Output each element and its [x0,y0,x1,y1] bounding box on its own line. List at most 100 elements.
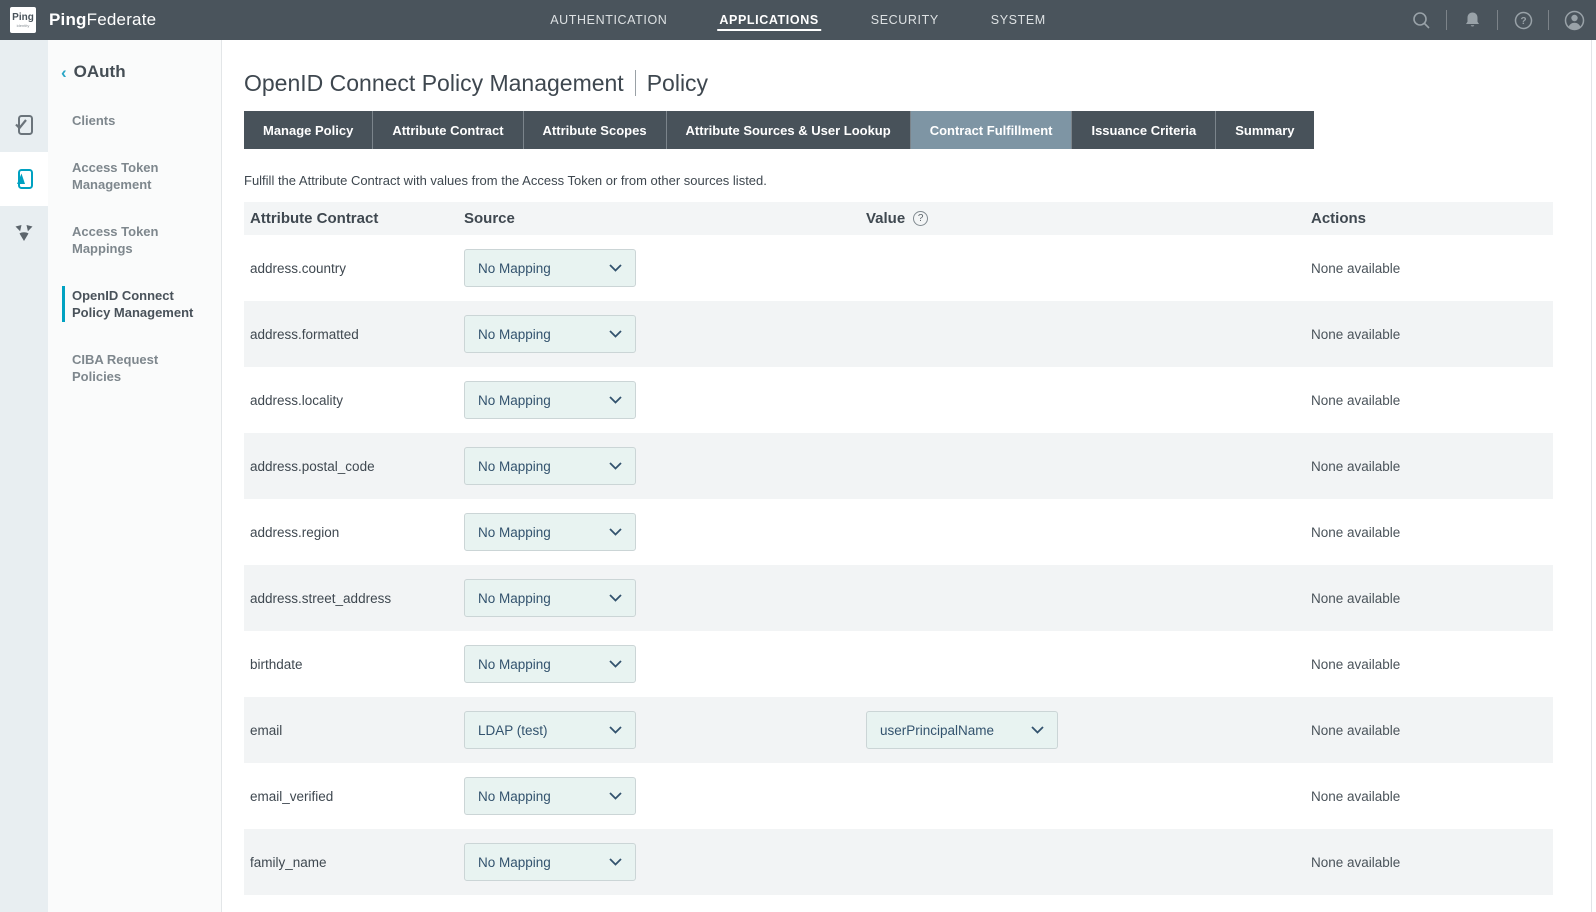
attribute-name: address.region [244,525,458,540]
actions-text: None available [1305,591,1553,606]
tab-summary[interactable]: Summary [1216,111,1313,149]
sidebar-icon-rail [0,40,48,912]
source-dropdown[interactable]: No Mapping [464,777,636,815]
help-icon[interactable]: ? [1509,0,1537,40]
source-cell: No Mapping [458,315,860,353]
nav-item-security[interactable]: SECURITY [871,0,939,40]
source-cell: No Mapping [458,447,860,485]
header-value: Value ? [860,210,1305,227]
attribute-name: email [244,723,458,738]
source-dropdown-value: No Mapping [478,657,551,672]
nav-item-system[interactable]: SYSTEM [991,0,1046,40]
sidebar-item-openid-connect-policy-management[interactable]: OpenID Connect Policy Management [48,287,221,321]
value-cell: userPrincipalName [860,711,1305,749]
sidebar-section-title: OAuth [74,62,126,82]
chevron-down-icon [1031,726,1044,734]
actions-text: None available [1305,789,1553,804]
tab-label: Attribute Contract [392,123,503,138]
source-cell: No Mapping [458,579,860,617]
attribute-name: email_verified [244,789,458,804]
topbar-actions: ? [1407,0,1596,40]
nav-item-label: SECURITY [871,13,939,27]
source-dropdown[interactable]: No Mapping [464,249,636,287]
page-title: OpenID Connect Policy Management [244,70,624,97]
source-dropdown[interactable]: No Mapping [464,315,636,353]
access-token-rail-icon[interactable] [0,152,48,206]
ping-logo[interactable]: Ping identity [10,7,36,33]
brand-light: Federate [87,10,157,29]
ping-logo-subtext: identity [17,23,30,28]
sidebar-item-ciba-request-policies[interactable]: CIBA Request Policies [48,351,221,385]
source-cell: LDAP (test) [458,711,860,749]
value-dropdown[interactable]: userPrincipalName [866,711,1058,749]
chevron-down-icon [609,660,622,668]
table-row: address.region No Mapping None available [244,499,1553,565]
tab-label: Issuance Criteria [1091,123,1196,138]
source-dropdown-value: No Mapping [478,327,551,342]
sidebar-item-access-token-mappings[interactable]: Access Token Mappings [48,223,221,257]
table-body: address.country No Mapping None availabl… [244,235,1553,895]
main-content: OpenID Connect Policy Management Policy … [222,40,1596,912]
tab-attribute-scopes[interactable]: Attribute Scopes [524,111,667,149]
source-dropdown-value: No Mapping [478,855,551,870]
table-row: address.locality No Mapping None availab… [244,367,1553,433]
chevron-down-icon [609,858,622,866]
table-header: Attribute Contract Source Value ? Action… [244,202,1553,235]
table-row: address.formatted No Mapping None availa… [244,301,1553,367]
chevron-down-icon [609,462,622,470]
nav-item-applications[interactable]: APPLICATIONS [719,0,818,40]
policies-rail-icon[interactable] [0,206,48,260]
source-cell: No Mapping [458,513,860,551]
chevron-down-icon [609,726,622,734]
tab-manage-policy[interactable]: Manage Policy [244,111,373,149]
source-cell: No Mapping [458,843,860,881]
source-cell: No Mapping [458,249,860,287]
divider [1446,10,1447,30]
sidebar-item-label: OpenID Connect Policy Management [72,288,193,320]
tab-issuance-criteria[interactable]: Issuance Criteria [1072,111,1216,149]
source-dropdown[interactable]: LDAP (test) [464,711,636,749]
svg-text:?: ? [1520,16,1526,27]
source-cell: No Mapping [458,645,860,683]
tab-contract-fulfillment[interactable]: Contract Fulfillment [911,111,1073,149]
attribute-name: family_name [244,855,458,870]
divider [1497,10,1498,30]
tab-attribute-contract[interactable]: Attribute Contract [373,111,523,149]
source-dropdown[interactable]: No Mapping [464,579,636,617]
page-title-row: OpenID Connect Policy Management Policy [244,68,1596,98]
attribute-name: address.formatted [244,327,458,342]
clients-rail-icon[interactable] [0,98,48,152]
page-description: Fulfill the Attribute Contract with valu… [244,173,1596,189]
sidebar-item-access-token-management[interactable]: Access Token Management [48,159,221,193]
source-dropdown-value: No Mapping [478,459,551,474]
chevron-down-icon [609,330,622,338]
table-row: address.street_address No Mapping None a… [244,565,1553,631]
search-icon[interactable] [1407,0,1435,40]
bell-icon[interactable] [1458,0,1486,40]
scrollbar-track[interactable] [1591,40,1592,912]
sidebar-back-oauth[interactable]: ‹ OAuth [48,62,221,82]
source-dropdown[interactable]: No Mapping [464,513,636,551]
sidebar-items: Clients Access Token Management Access Tok… [48,112,221,385]
account-icon[interactable] [1560,0,1588,40]
source-dropdown[interactable]: No Mapping [464,843,636,881]
table-row: email_verified No Mapping None available [244,763,1553,829]
policy-tabs: Manage Policy Attribute Contract Attribute… [244,111,1314,149]
tab-label: Attribute Scopes [543,123,647,138]
attribute-name: address.locality [244,393,458,408]
sidebar-item-clients[interactable]: Clients [48,112,221,129]
page-subtitle: Policy [647,70,708,97]
sidebar-item-label: Access Token Mappings [72,224,158,256]
attribute-name: address.country [244,261,458,276]
brand-title: PingFederate [49,10,156,30]
source-dropdown[interactable]: No Mapping [464,447,636,485]
header-value-label: Value [866,210,905,227]
nav-item-authentication[interactable]: AUTHENTICATION [550,0,667,40]
value-help-icon[interactable]: ? [913,211,928,226]
sidebar-item-label: Clients [72,113,115,128]
divider [1548,10,1549,30]
source-dropdown[interactable]: No Mapping [464,645,636,683]
tab-attribute-sources-and-user-lookup[interactable]: Attribute Sources & User Lookup [667,111,911,149]
source-dropdown[interactable]: No Mapping [464,381,636,419]
table-row: email LDAP (test) userPrincipalName None… [244,697,1553,763]
